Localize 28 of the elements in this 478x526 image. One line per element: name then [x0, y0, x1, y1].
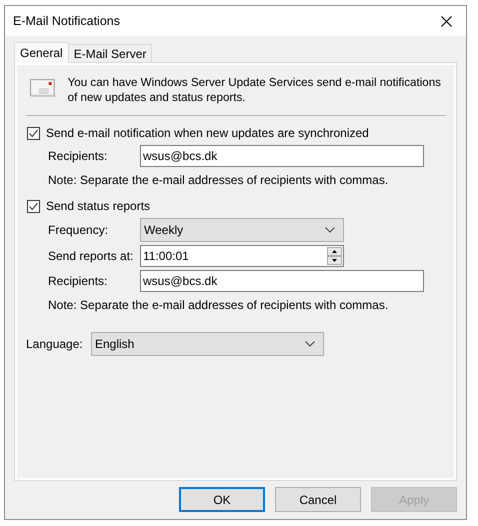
envelope-icon	[30, 79, 56, 97]
recipients-label: Recipients:	[48, 274, 108, 288]
dialog-button[interactable]: Cancel	[275, 487, 361, 512]
checkbox-label: Send status reports	[46, 199, 150, 213]
intro-text: You can have Windows Server Update Services send e-mail notifications of new updates and status reports.	[68, 75, 442, 105]
recipients-field[interactable]: wsus@bcs.dk	[140, 145, 424, 167]
dialog-button[interactable]: OK	[179, 487, 265, 512]
tab[interactable]: E-Mail Server	[68, 44, 152, 62]
note-text: Note: Separate the e-mail addresses of recipients with commas.	[48, 173, 390, 189]
chevron-down-icon[interactable]	[325, 227, 335, 233]
chevron-down-icon[interactable]	[305, 341, 315, 347]
time-label: Send reports at:	[48, 249, 134, 263]
spin-up-icon[interactable]	[327, 247, 342, 256]
window-title: E-Mail Notifications	[13, 14, 120, 28]
recipients-label: Recipients:	[48, 149, 108, 163]
spin-down-icon[interactable]	[327, 256, 342, 265]
frequency-dropdown[interactable]: Weekly	[140, 218, 344, 242]
checkbox[interactable]	[27, 200, 40, 212]
checkbox[interactable]	[27, 126, 40, 140]
time-field[interactable]: 11:00:01	[140, 245, 344, 267]
language-dropdown[interactable]: English	[91, 332, 324, 356]
close-icon[interactable]	[441, 16, 452, 26]
checkbox-label: Send e-mail notification when new updates are synchronized	[46, 126, 369, 140]
tab[interactable]: General	[14, 42, 69, 63]
recipients-field[interactable]: wsus@bcs.dk	[140, 270, 424, 292]
frequency-label: Frequency:	[48, 223, 110, 237]
note-text: Note: Separate the e-mail addresses of recipients with commas.	[48, 298, 390, 314]
language-label: Language:	[26, 337, 84, 351]
